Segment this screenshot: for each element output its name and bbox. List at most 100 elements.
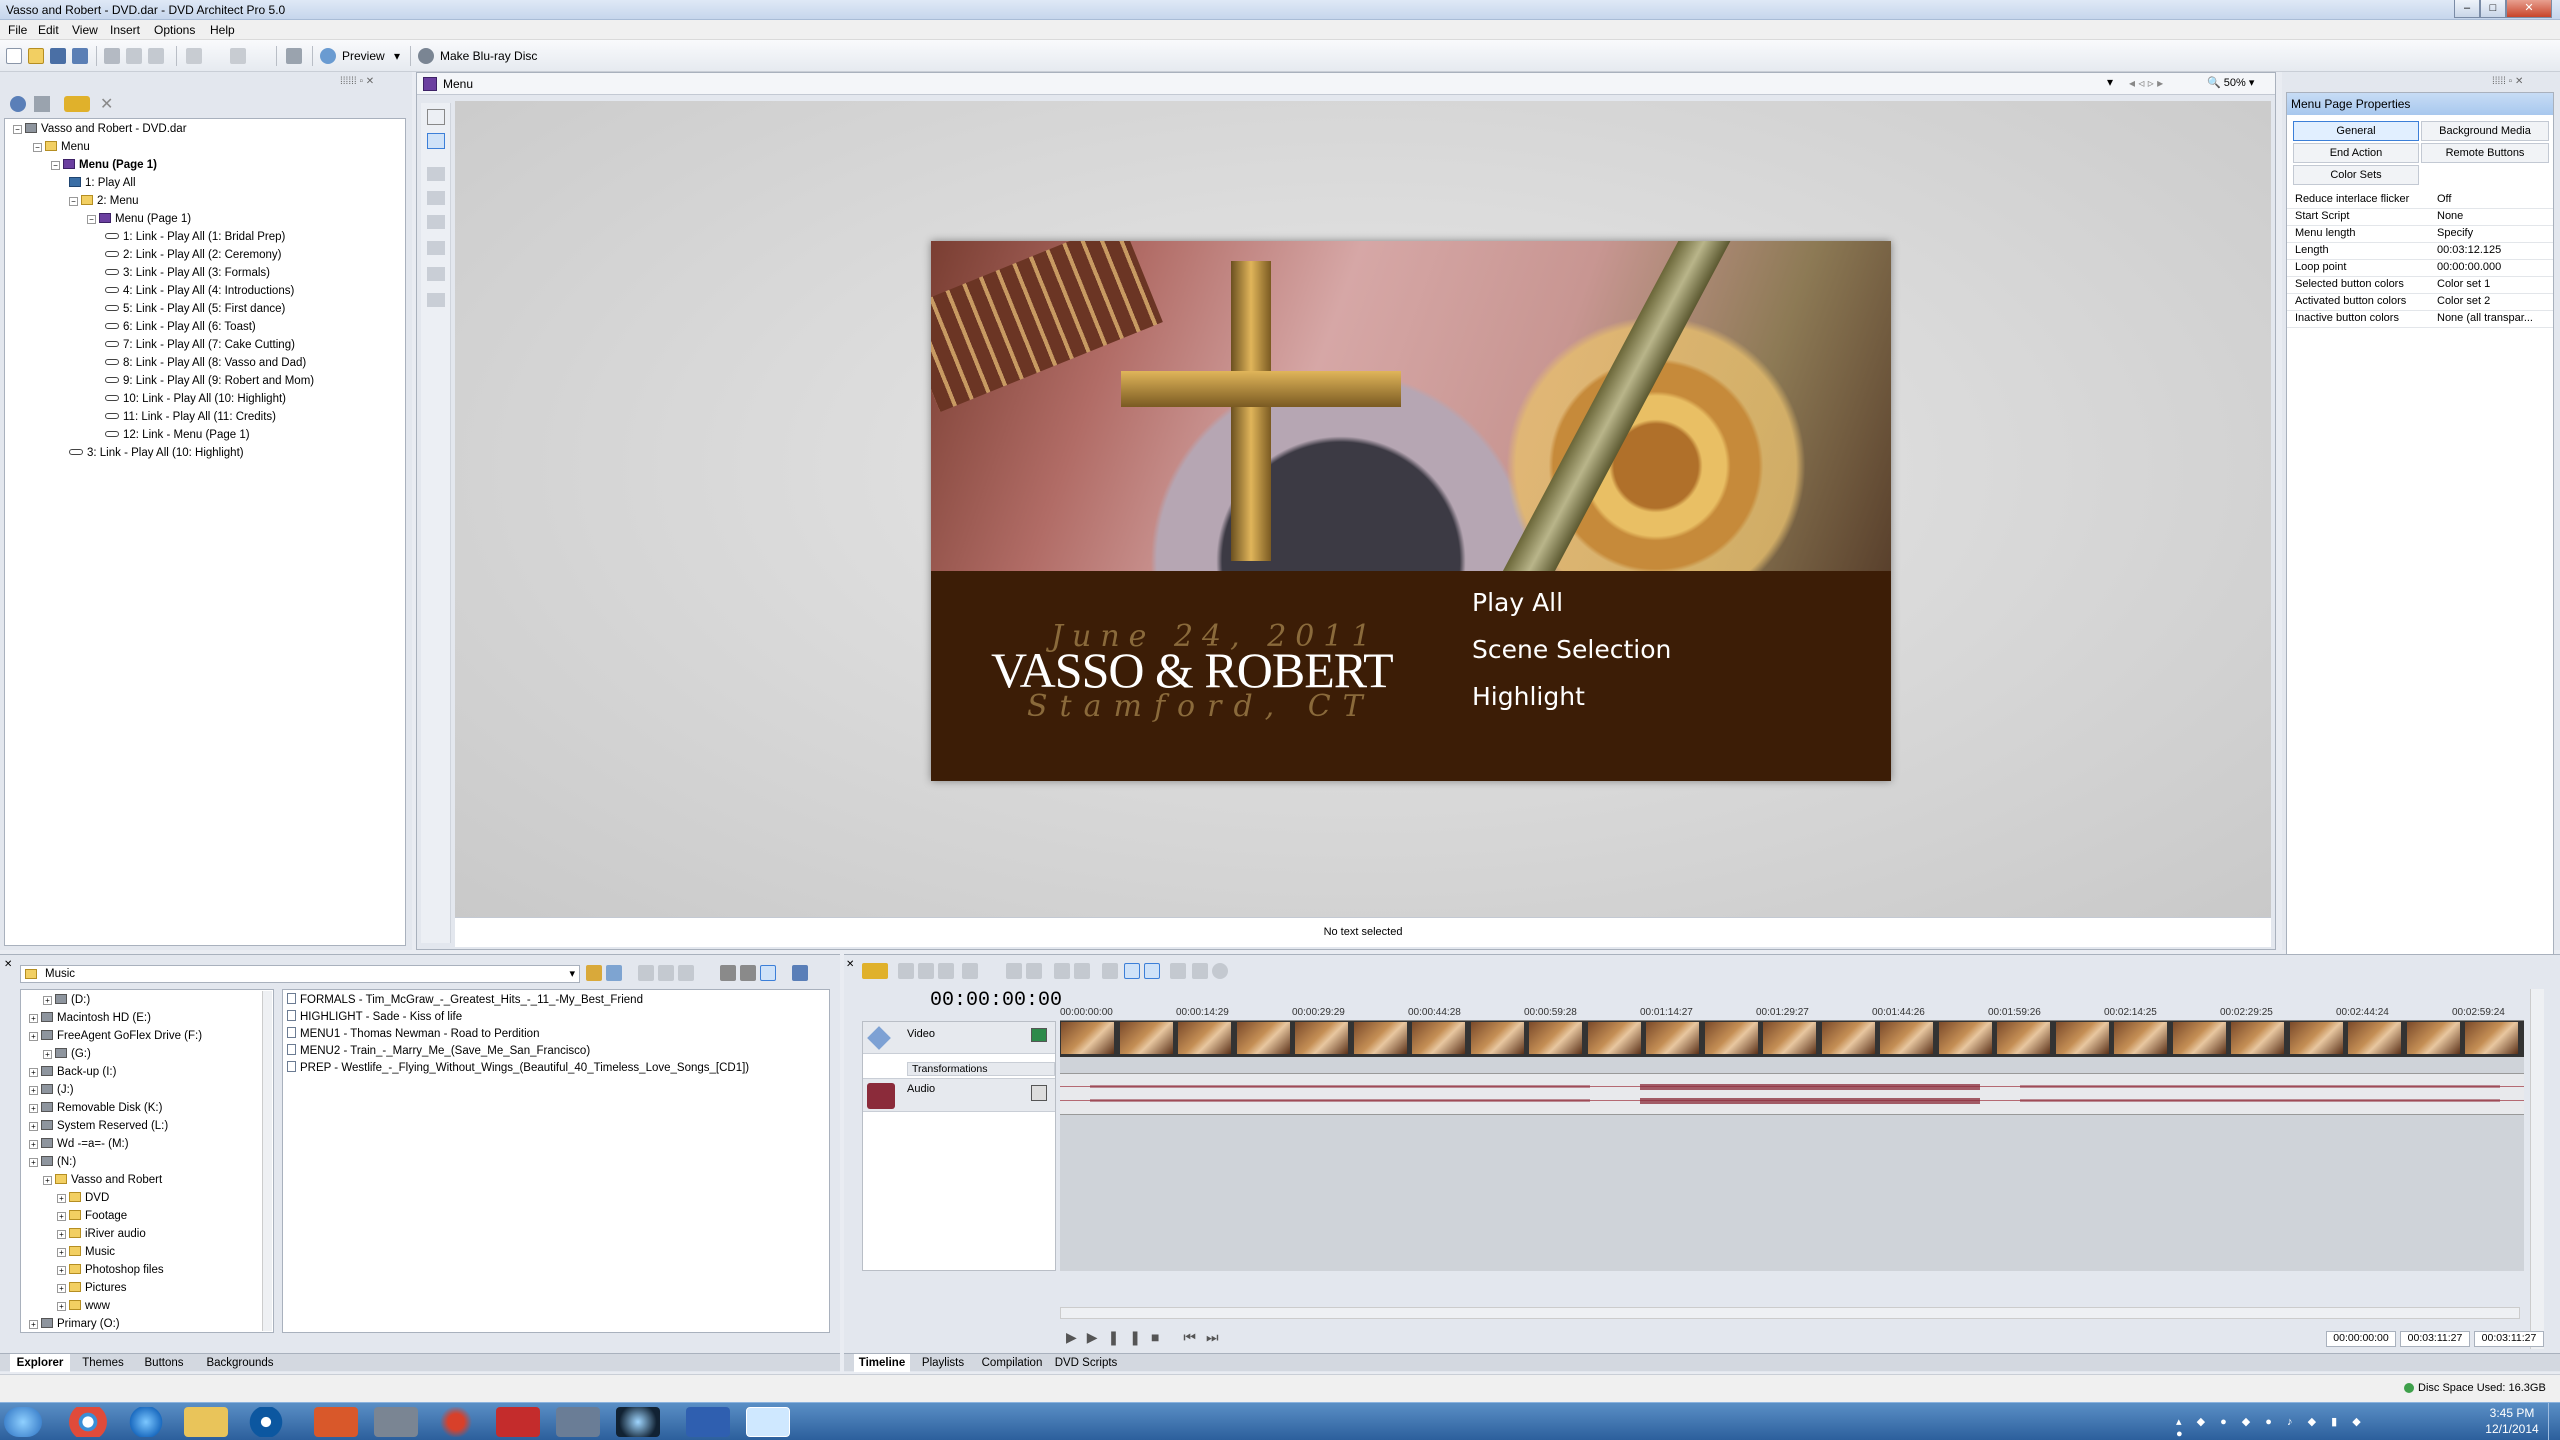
lock-icon[interactable]: [1054, 963, 1070, 979]
open-icon[interactable]: [28, 48, 44, 64]
align-left-icon[interactable]: [427, 167, 445, 181]
preview-dropdown-icon[interactable]: ▾: [394, 49, 400, 63]
save-as-icon[interactable]: [72, 48, 88, 64]
tree-item[interactable]: 10: Link - Play All (10: Highlight): [105, 391, 286, 407]
panel-grip-icon[interactable]: ✕: [4, 959, 12, 970]
transformations-track[interactable]: Transformations: [907, 1062, 1055, 1076]
tab-color-sets[interactable]: Color Sets: [2293, 165, 2419, 185]
clock-time[interactable]: 3:45 PM: [2482, 1406, 2542, 1420]
trim-icon[interactable]: [1026, 963, 1042, 979]
tree-item[interactable]: 4: Link - Play All (4: Introductions): [105, 283, 294, 299]
tree-item[interactable]: 8: Link - Play All (8: Vasso and Dad): [105, 355, 306, 371]
play-icon[interactable]: ▶: [1066, 1329, 1087, 1345]
app-icon-1[interactable]: [374, 1407, 418, 1437]
property-value[interactable]: None: [2437, 210, 2463, 222]
delete-file-icon[interactable]: [658, 965, 674, 981]
timecode-display[interactable]: 00:00:00:00: [930, 989, 1062, 1012]
explorer-tree-item[interactable]: + Removable Disk (K:): [29, 1100, 162, 1116]
explorer-tree-item[interactable]: + (D:): [43, 992, 90, 1008]
menu-edit[interactable]: Edit: [38, 23, 59, 37]
panel-grip-icon[interactable]: ⁞⁞⁞⁞⁞⁞ ▫ ✕: [340, 76, 374, 87]
property-value[interactable]: Color set 1: [2437, 278, 2490, 290]
tab-dvd-scripts[interactable]: DVD Scripts: [1052, 1354, 1120, 1372]
audio-clip[interactable]: [1060, 1073, 2524, 1115]
tree-item[interactable]: 1: Link - Play All (1: Bridal Prep): [105, 229, 285, 245]
menu-button-play-all[interactable]: Play All: [1472, 588, 1563, 617]
paste-icon[interactable]: [148, 48, 164, 64]
tree-item[interactable]: 3: Link - Play All (10: Highlight): [69, 445, 244, 461]
insert-menu-icon[interactable]: [64, 96, 90, 112]
go-to-end-icon[interactable]: ⏭: [1206, 1329, 1229, 1345]
timeline-tracks[interactable]: [1060, 1021, 2524, 1271]
video-clip[interactable]: [1060, 1021, 2524, 1057]
clock-date[interactable]: 12/1/2014: [2482, 1422, 2542, 1436]
file-explorer-icon[interactable]: [184, 1407, 228, 1437]
play-icon[interactable]: [720, 965, 736, 981]
align-right-icon[interactable]: [427, 215, 445, 229]
selection-start-field[interactable]: 00:00:00:00: [2326, 1331, 2396, 1347]
tab-general[interactable]: General: [2293, 121, 2419, 141]
menu-view[interactable]: View: [72, 23, 98, 37]
save-icon[interactable]: [50, 48, 66, 64]
auto-crossfade-icon[interactable]: [1144, 963, 1160, 979]
tree-item[interactable]: 3: Link - Play All (3: Formals): [105, 265, 270, 281]
tab-remote-buttons[interactable]: Remote Buttons: [2421, 143, 2549, 163]
ripple-icon[interactable]: [1124, 963, 1140, 979]
explorer-tree-item[interactable]: + Vasso and Robert: [43, 1172, 162, 1188]
tab-themes[interactable]: Themes: [76, 1354, 130, 1372]
tab-compilation[interactable]: Compilation: [976, 1354, 1048, 1372]
explorer-tree-item[interactable]: + Music: [57, 1244, 115, 1260]
explorer-tree-item[interactable]: + www: [57, 1298, 110, 1314]
file-item[interactable]: FORMALS - Tim_McGraw_-_Greatest_Hits_-_1…: [287, 992, 643, 1008]
tab-backgrounds[interactable]: Backgrounds: [198, 1354, 282, 1372]
navigation-icons[interactable]: ◂ ◃ ▹ ▸: [2129, 76, 2163, 90]
optimize-icon[interactable]: [286, 48, 302, 64]
marker-icon[interactable]: [1074, 963, 1090, 979]
property-value[interactable]: 00:03:12.125: [2437, 244, 2501, 256]
undo-icon[interactable]: [186, 48, 202, 64]
menu-insert[interactable]: Insert: [110, 23, 140, 37]
explorer-tree-item[interactable]: + (N:): [29, 1154, 76, 1170]
loop-icon[interactable]: [1212, 963, 1228, 979]
timeline-ruler[interactable]: 00:00:00:00 00:00:14:29 00:00:29:29 00:00:4…: [1060, 1007, 2524, 1021]
copy-icon[interactable]: [918, 963, 934, 979]
add-favorite-icon[interactable]: [678, 965, 694, 981]
tree-item[interactable]: 1: Play All: [69, 175, 136, 191]
explorer-tree-item[interactable]: + (J:): [29, 1082, 74, 1098]
properties-icon[interactable]: [34, 96, 50, 112]
workspace-dropdown-icon[interactable]: ▾: [2107, 75, 2113, 89]
minimize-button[interactable]: –: [2454, 0, 2480, 18]
copy-icon[interactable]: [126, 48, 142, 64]
panel-grip-icon[interactable]: ✕: [846, 959, 854, 970]
wedding-location[interactable]: Stamford, CT: [1027, 689, 1375, 724]
snap-icon[interactable]: [1102, 963, 1118, 979]
start-button[interactable]: [4, 1407, 42, 1437]
explorer-path-dropdown[interactable]: Music ▾: [20, 965, 580, 983]
internet-explorer-icon[interactable]: [124, 1407, 168, 1437]
tree-item[interactable]: − Menu: [33, 139, 90, 155]
menu-options[interactable]: Options: [154, 23, 195, 37]
tab-playlists[interactable]: Playlists: [914, 1354, 972, 1372]
tree-item[interactable]: 2: Link - Play All (2: Ceremony): [105, 247, 282, 263]
tree-item[interactable]: −2: Menu: [69, 193, 139, 209]
disc-icon[interactable]: [418, 48, 434, 64]
play-from-start-icon[interactable]: ▶: [1087, 1329, 1108, 1345]
chapter-icon[interactable]: [1170, 963, 1186, 979]
transport-controls[interactable]: ▶▶❚❚■ ⏮⏭: [1066, 1329, 1229, 1346]
preview-button[interactable]: Preview: [342, 49, 385, 63]
pause-icon[interactable]: ❚❚: [1108, 1329, 1151, 1345]
auto-preview-icon[interactable]: [760, 965, 776, 981]
refresh-icon[interactable]: [606, 965, 622, 981]
acrobat-icon[interactable]: [434, 1407, 478, 1437]
select-tool-icon[interactable]: [427, 109, 445, 125]
size-icon[interactable]: [427, 241, 445, 255]
explorer-tree-item[interactable]: + Pictures: [57, 1280, 127, 1296]
explorer-tree-item[interactable]: + Footage: [57, 1208, 127, 1224]
cut-icon[interactable]: [104, 48, 120, 64]
file-item[interactable]: PREP - Westlife_-_Flying_Without_Wings_(…: [287, 1060, 749, 1076]
app-icon-5[interactable]: [686, 1407, 730, 1437]
property-value[interactable]: Specify: [2437, 227, 2473, 239]
tree-item[interactable]: 6: Link - Play All (6: Toast): [105, 319, 256, 335]
zoom-level[interactable]: 🔍 50% ▾: [2207, 76, 2254, 89]
tree-item[interactable]: − Menu (Page 1): [51, 157, 157, 173]
